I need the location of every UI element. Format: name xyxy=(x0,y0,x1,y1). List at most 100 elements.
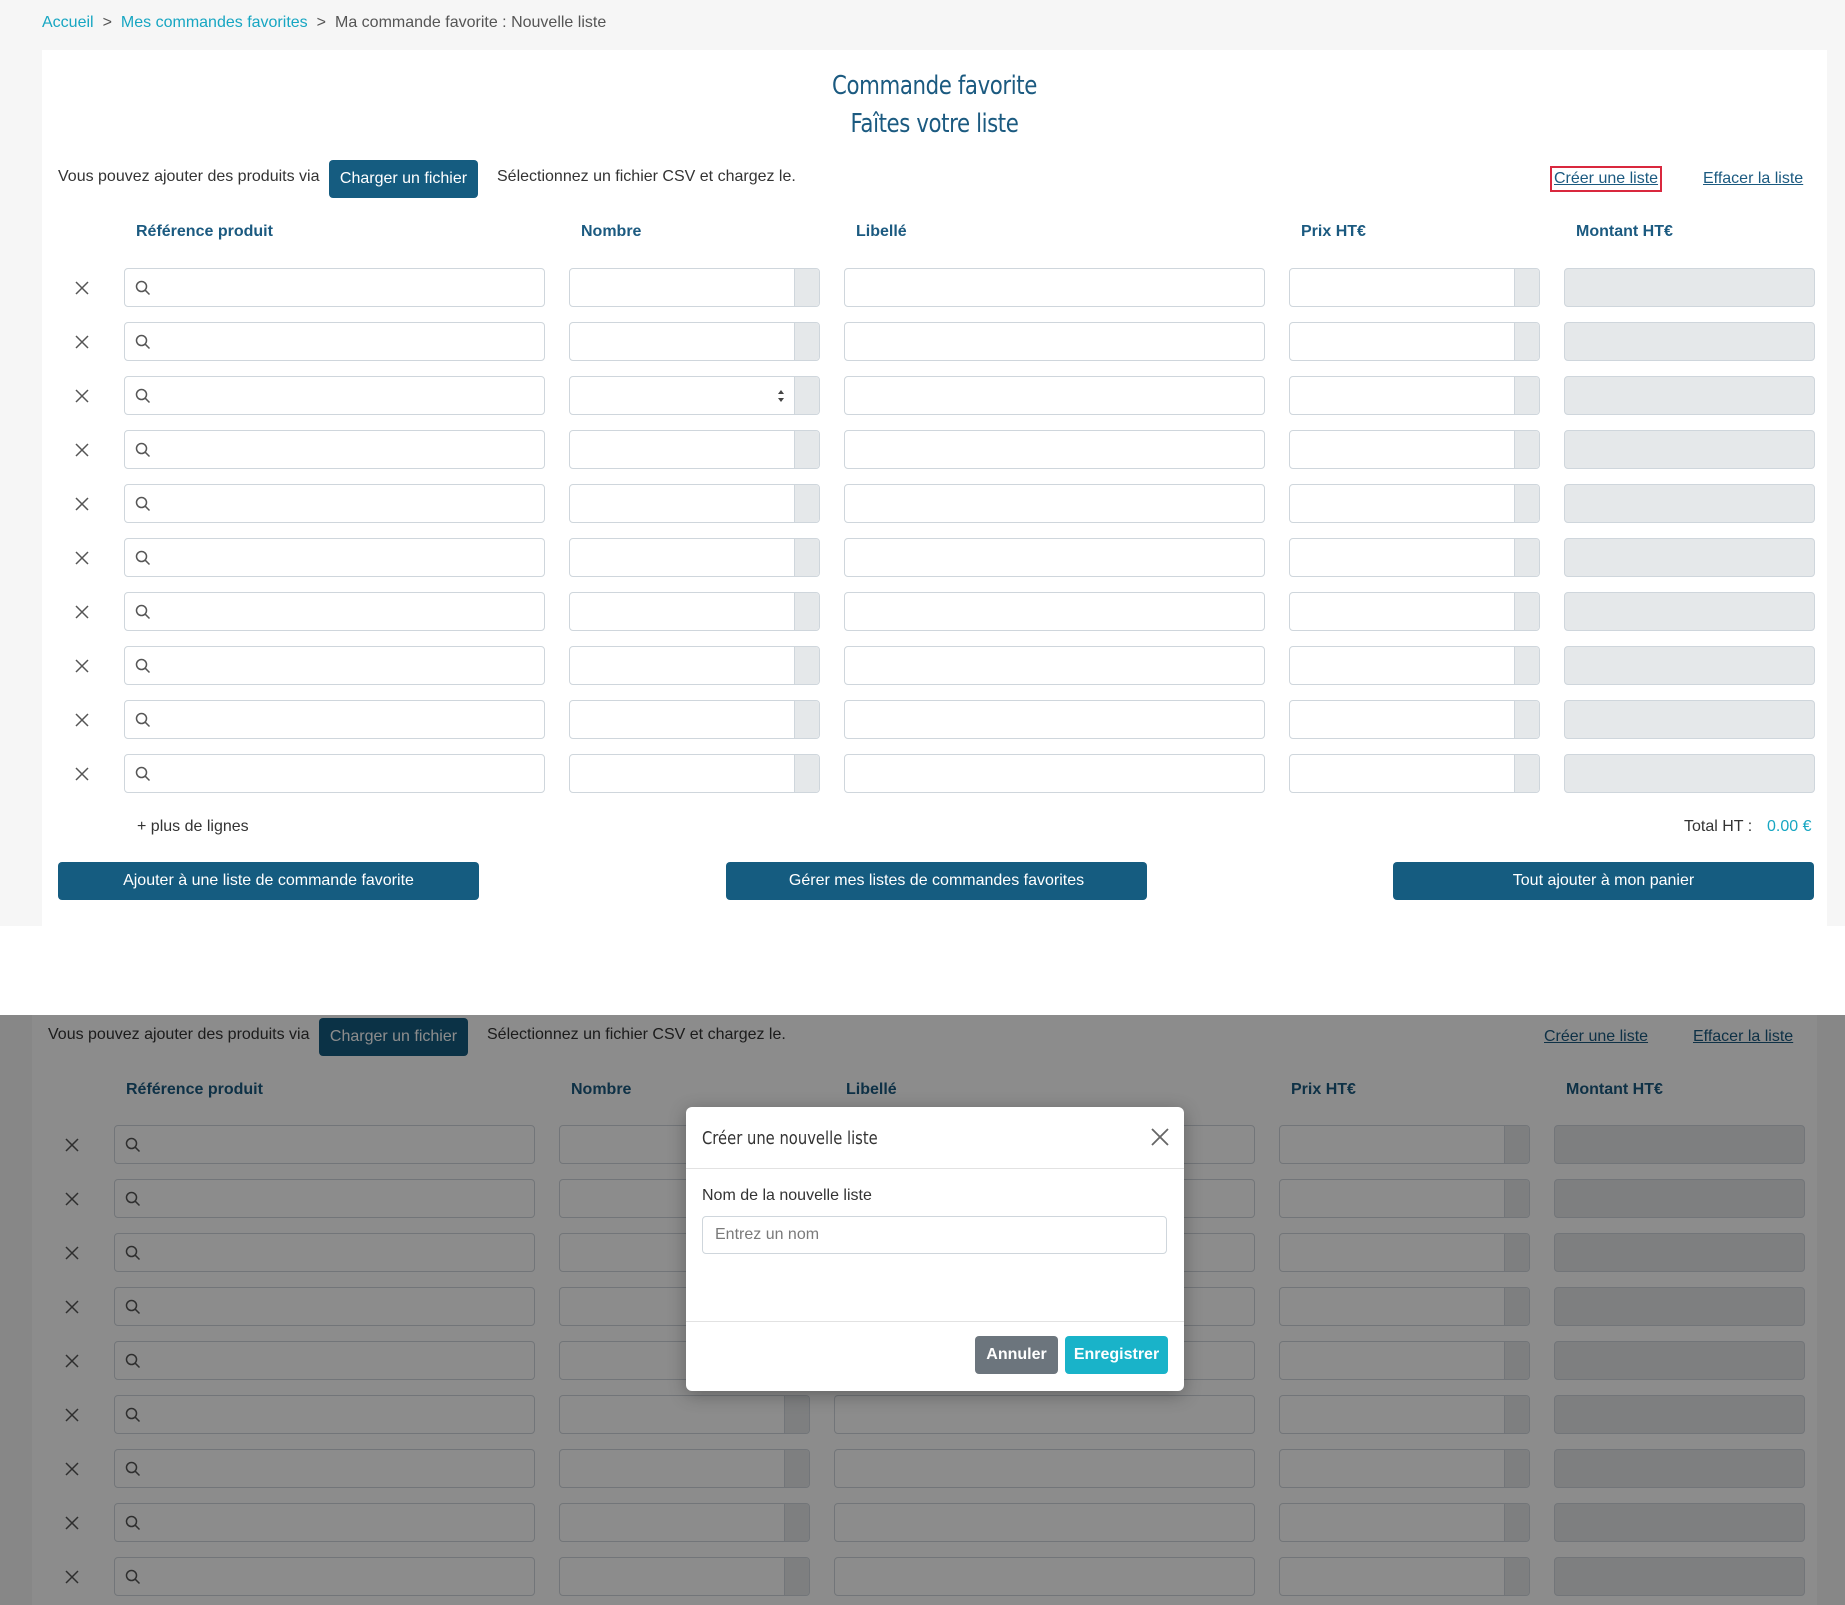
column-header-price: Prix HT€ xyxy=(1301,223,1366,240)
upload-file-button[interactable]: Charger un fichier xyxy=(329,160,478,198)
price-input[interactable] xyxy=(1289,646,1540,685)
breadcrumb-link-home[interactable]: Accueil xyxy=(42,14,94,31)
quantity-addon xyxy=(794,377,819,414)
amount-field xyxy=(1564,754,1815,793)
delete-row-icon[interactable] xyxy=(72,386,92,406)
quantity-input[interactable] xyxy=(569,376,820,415)
reference-search-input[interactable] xyxy=(124,592,545,631)
delete-row-icon[interactable] xyxy=(72,494,92,514)
quantity-input[interactable] xyxy=(569,646,820,685)
label-input[interactable] xyxy=(844,376,1265,415)
reference-search-input[interactable] xyxy=(124,754,545,793)
quantity-input[interactable] xyxy=(569,538,820,577)
delete-row-icon[interactable] xyxy=(72,278,92,298)
quantity-spinner-icon[interactable] xyxy=(777,387,785,405)
page-title: Commande favorite xyxy=(832,71,1037,101)
add-all-to-cart-button[interactable]: Tout ajouter à mon panier xyxy=(1393,862,1814,900)
price-input[interactable] xyxy=(1289,376,1540,415)
quantity-input[interactable] xyxy=(569,268,820,307)
amount-field xyxy=(1564,700,1815,739)
delete-row-icon[interactable] xyxy=(72,602,92,622)
breadcrumb-link-favorites[interactable]: Mes commandes favorites xyxy=(121,14,308,31)
quantity-addon xyxy=(794,269,819,306)
delete-row-icon[interactable] xyxy=(72,332,92,352)
amount-field xyxy=(1564,592,1815,631)
delete-row-icon[interactable] xyxy=(72,710,92,730)
search-icon xyxy=(135,550,151,566)
reference-search-input[interactable] xyxy=(124,430,545,469)
table-row xyxy=(42,484,1827,524)
price-addon xyxy=(1514,701,1539,738)
quantity-input[interactable] xyxy=(569,322,820,361)
label-input[interactable] xyxy=(844,538,1265,577)
amount-field xyxy=(1564,268,1815,307)
delete-row-icon[interactable] xyxy=(72,440,92,460)
quantity-input[interactable] xyxy=(569,754,820,793)
price-input[interactable] xyxy=(1289,322,1540,361)
table-row xyxy=(42,592,1827,632)
label-input[interactable] xyxy=(844,592,1265,631)
price-input[interactable] xyxy=(1289,484,1540,523)
add-more-rows-link[interactable]: + plus de lignes xyxy=(137,818,249,836)
price-input[interactable] xyxy=(1289,538,1540,577)
save-button[interactable]: Enregistrer xyxy=(1065,1336,1168,1374)
clear-list-link[interactable]: Effacer la liste xyxy=(1703,170,1803,188)
manage-favorite-lists-button[interactable]: Gérer mes listes de commandes favorites xyxy=(726,862,1147,900)
label-input[interactable] xyxy=(844,430,1265,469)
price-input[interactable] xyxy=(1289,592,1540,631)
price-addon xyxy=(1514,593,1539,630)
price-addon xyxy=(1514,755,1539,792)
quantity-addon xyxy=(794,431,819,468)
favorite-order-card: Commande favorite Faîtes votre liste Vou… xyxy=(42,50,1827,926)
delete-row-icon[interactable] xyxy=(72,764,92,784)
add-to-favorite-list-button[interactable]: Ajouter à une liste de commande favorite xyxy=(58,862,479,900)
delete-row-icon[interactable] xyxy=(72,548,92,568)
label-input[interactable] xyxy=(844,268,1265,307)
delete-row-icon[interactable] xyxy=(72,656,92,676)
reference-search-input[interactable] xyxy=(124,646,545,685)
price-input[interactable] xyxy=(1289,430,1540,469)
column-header-amount: Montant HT€ xyxy=(1576,223,1673,240)
quantity-input[interactable] xyxy=(569,430,820,469)
column-header-quantity: Nombre xyxy=(581,223,642,240)
table-row xyxy=(42,268,1827,308)
reference-search-input[interactable] xyxy=(124,268,545,307)
quantity-input[interactable] xyxy=(569,484,820,523)
reference-search-input[interactable] xyxy=(124,538,545,577)
quantity-input[interactable] xyxy=(569,592,820,631)
reference-search-input[interactable] xyxy=(124,322,545,361)
search-icon xyxy=(135,334,151,350)
amount-field xyxy=(1564,484,1815,523)
list-name-label: Nom de la nouvelle liste xyxy=(702,1187,872,1204)
modal-header: Créer une nouvelle liste xyxy=(686,1107,1184,1169)
column-header-label: Libellé xyxy=(856,223,907,240)
search-icon xyxy=(135,442,151,458)
price-input[interactable] xyxy=(1289,700,1540,739)
breadcrumb-separator: > xyxy=(102,14,112,31)
price-addon xyxy=(1514,377,1539,414)
list-name-input[interactable] xyxy=(702,1216,1167,1254)
create-list-link[interactable]: Créer une liste xyxy=(1549,166,1663,192)
label-input[interactable] xyxy=(844,322,1265,361)
price-input[interactable] xyxy=(1289,268,1540,307)
quantity-input[interactable] xyxy=(569,700,820,739)
cancel-button[interactable]: Annuler xyxy=(975,1336,1058,1374)
label-input[interactable] xyxy=(844,754,1265,793)
close-icon[interactable] xyxy=(1150,1127,1170,1147)
price-addon xyxy=(1514,647,1539,684)
reference-search-input[interactable] xyxy=(124,484,545,523)
label-input[interactable] xyxy=(844,646,1265,685)
price-input[interactable] xyxy=(1289,754,1540,793)
label-input[interactable] xyxy=(844,484,1265,523)
create-list-modal: Créer une nouvelle liste Nom de la nouve… xyxy=(686,1107,1184,1391)
column-header-reference: Référence produit xyxy=(136,223,273,240)
amount-field xyxy=(1564,376,1815,415)
search-icon xyxy=(135,604,151,620)
table-row xyxy=(42,322,1827,362)
reference-search-input[interactable] xyxy=(124,700,545,739)
breadcrumb-current: Ma commande favorite : Nouvelle liste xyxy=(335,14,607,31)
label-input[interactable] xyxy=(844,700,1265,739)
create-list-modal-view: Vous pouvez ajouter des produits via Cha… xyxy=(0,1015,1845,1605)
favorite-order-page: Accueil > Mes commandes favorites > Ma comma… xyxy=(0,0,1845,926)
reference-search-input[interactable] xyxy=(124,376,545,415)
